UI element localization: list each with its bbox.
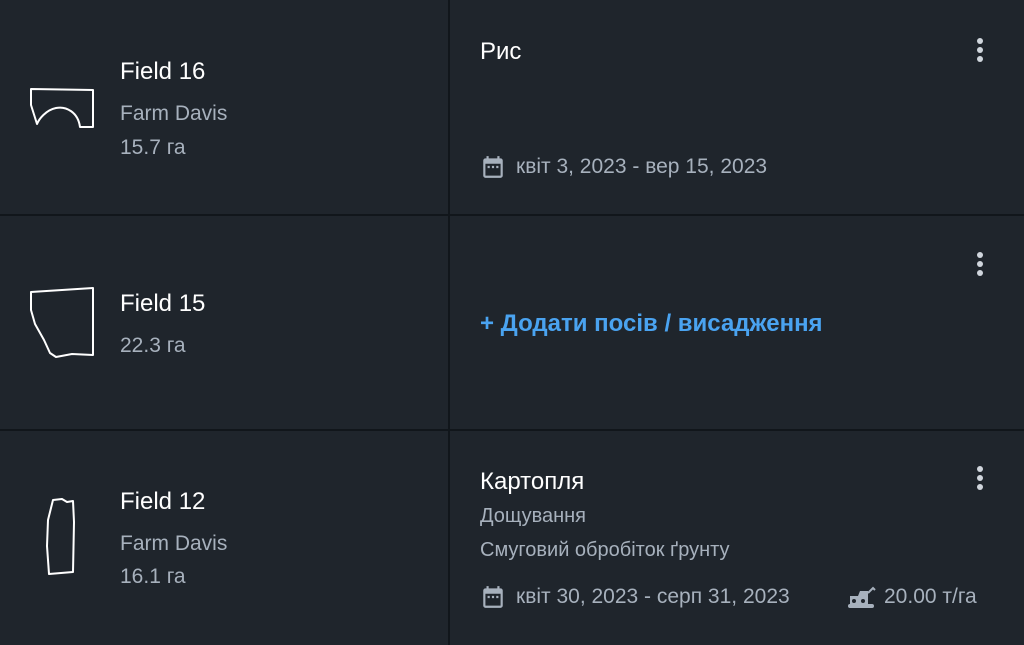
field-outline-icon	[46, 498, 75, 575]
farm-name: Farm Davis	[120, 532, 228, 555]
calendar-icon	[483, 586, 503, 608]
field-name: Field 16	[120, 58, 206, 85]
field-info[interactable]: Field 15 22.3 га	[0, 216, 450, 429]
field-area: 15.7 га	[120, 136, 186, 159]
field-name: Field 15	[120, 290, 206, 317]
field-info[interactable]: Field 16 Farm Davis 15.7 га	[0, 0, 450, 214]
more-vertical-icon[interactable]	[968, 252, 992, 282]
yield-text: 20.00 т/га	[884, 585, 977, 608]
crop-info: + Додати посів / висадження	[452, 216, 1024, 429]
crop-name: Рис	[480, 38, 522, 65]
season-dates-text: квіт 30, 2023 - серп 31, 2023	[516, 585, 790, 608]
field-row[interactable]: Field 16 Farm Davis 15.7 га Рис квіт 3, …	[0, 0, 1024, 216]
crop-info[interactable]: Рис квіт 3, 2023 - вер 15, 2023	[452, 0, 1024, 214]
operation-label: Смуговий обробіток ґрунту	[480, 539, 730, 561]
crop-name: Картопля	[480, 468, 585, 495]
add-planting-link[interactable]: + Додати посів / висадження	[480, 310, 823, 338]
yield-info: 20.00 т/га	[846, 584, 977, 610]
field-info[interactable]: Field 12 Farm Davis 16.1 га	[0, 431, 450, 645]
crop-info[interactable]: Картопля Дощування Смуговий обробіток ґр…	[452, 431, 1024, 645]
field-area: 16.1 га	[120, 565, 186, 588]
more-vertical-icon[interactable]	[968, 466, 992, 496]
season-dates-text: квіт 3, 2023 - вер 15, 2023	[516, 155, 768, 178]
field-name: Field 12	[120, 488, 206, 515]
calendar-icon	[483, 156, 503, 178]
field-row[interactable]: Field 15 22.3 га + Додати посів / висадж…	[0, 216, 1024, 431]
field-area: 22.3 га	[120, 334, 186, 357]
season-dates: квіт 30, 2023 - серп 31, 2023	[480, 584, 790, 610]
field-row[interactable]: Field 12 Farm Davis 16.1 га Картопля Дощ…	[0, 431, 1024, 645]
harvester-icon	[848, 586, 876, 608]
season-dates: квіт 3, 2023 - вер 15, 2023	[480, 154, 767, 180]
operation-label: Дощування	[480, 505, 587, 527]
fields-list: Field 16 Farm Davis 15.7 га Рис квіт 3, …	[0, 0, 1024, 645]
farm-name: Farm Davis	[120, 102, 228, 125]
field-outline-icon	[30, 88, 94, 128]
more-vertical-icon[interactable]	[968, 38, 992, 68]
field-outline-icon	[30, 287, 94, 358]
